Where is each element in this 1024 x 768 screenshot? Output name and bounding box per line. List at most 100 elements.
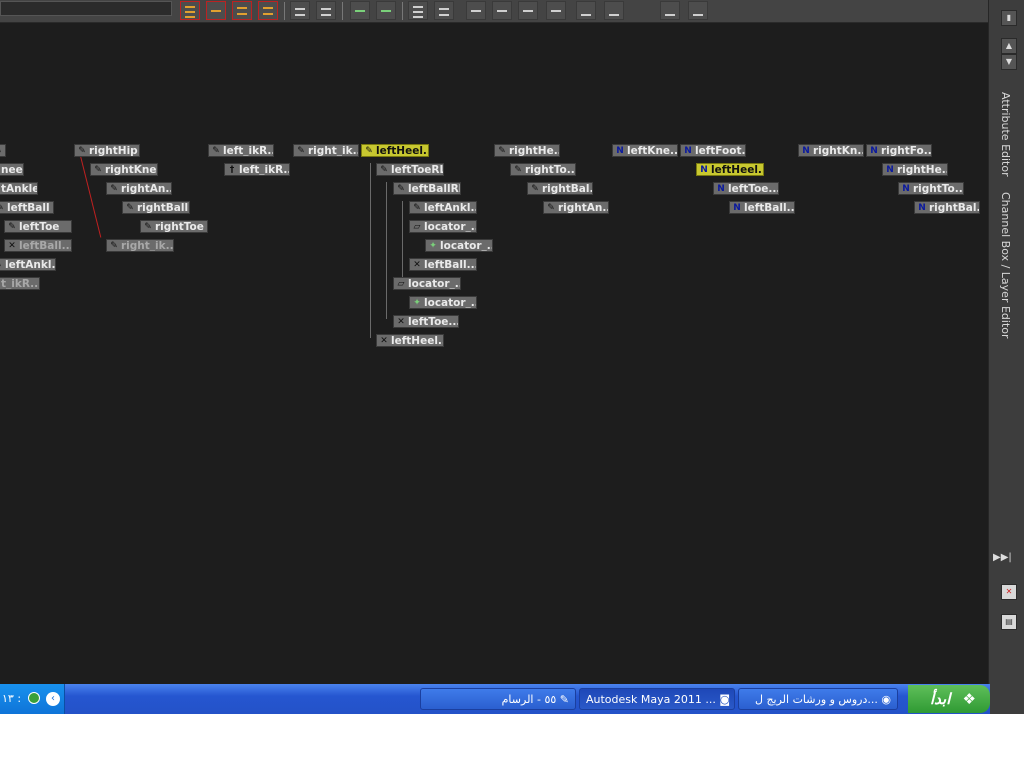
- tab-channel-box-layer-editor[interactable]: Channel Box / Layer Editor: [999, 192, 1012, 339]
- node-label: leftToe...: [408, 316, 459, 328]
- curve-icon: Ν: [870, 146, 878, 156]
- joint-node[interactable]: ✎ leftBallRL: [393, 182, 461, 195]
- curve-control-node[interactable]: ΝrightBal...: [914, 201, 980, 214]
- node-label: leftBall...: [424, 259, 477, 271]
- start-label: ابدأ: [930, 690, 951, 708]
- ik-node[interactable]: t_ikR...: [0, 277, 40, 290]
- node-label: leftToe: [19, 221, 60, 233]
- connection-button[interactable]: [660, 1, 680, 20]
- tray-expand-icon[interactable]: ‹: [46, 692, 60, 706]
- joint-node[interactable]: ✎ leftToeRL: [376, 163, 444, 176]
- graph-view-button[interactable]: [434, 1, 454, 20]
- taskbar-item-paint[interactable]: ٥٥ - الرسام ✎: [420, 688, 576, 710]
- joint-icon: ✎: [144, 222, 152, 232]
- skip-end-icon[interactable]: ▶▶|: [993, 552, 1012, 563]
- joint-node[interactable]: ✎ rightToe: [140, 220, 208, 233]
- keyframe-icon[interactable]: ✕: [1001, 584, 1017, 600]
- input-output-button[interactable]: [316, 1, 336, 20]
- list-view-button[interactable]: [408, 1, 428, 20]
- joint-node[interactable]: ✎ rightHip: [74, 144, 140, 157]
- joint-icon: ✎: [0, 260, 3, 270]
- toolbar-separator: [342, 2, 343, 20]
- ik-handle-node[interactable]: † left_ikR...: [224, 163, 290, 176]
- ik-node[interactable]: ✕ leftBall...: [409, 258, 477, 271]
- joint-node[interactable]: nee: [0, 163, 24, 176]
- clear-graph-button[interactable]: [688, 1, 708, 20]
- script-editor-icon[interactable]: ▤: [1001, 614, 1017, 630]
- tray-status-icon[interactable]: [28, 692, 40, 704]
- curve-control-node[interactable]: ΝleftToe...: [713, 182, 779, 195]
- node-label: rightHe...: [897, 164, 947, 176]
- swatch-button[interactable]: [466, 1, 486, 20]
- curve-control-node[interactable]: ΝrightHe...: [882, 163, 948, 176]
- scroll-down-icon[interactable]: ▼: [1001, 54, 1017, 70]
- ik-node[interactable]: ✕leftHeel...: [376, 334, 444, 347]
- node-label: right_ik...: [308, 145, 359, 157]
- joint-node[interactable]: ✎ rightAn...: [543, 201, 609, 214]
- ik-icon: ✎: [110, 241, 118, 251]
- frame-branch-button[interactable]: [258, 1, 278, 20]
- node-label: locator_...: [424, 297, 477, 309]
- locator-shape-node[interactable]: ✦ locator_...: [409, 296, 477, 309]
- ik-node[interactable]: ✕ leftToe...: [393, 315, 459, 328]
- search-field[interactable]: [0, 1, 172, 16]
- curve-control-node[interactable]: ΝrightKn...: [798, 144, 864, 157]
- hypergraph-canvas[interactable]: ✎ nee tAnkle ✎leftBall ✎leftToe ✕leftBal…: [0, 22, 988, 684]
- ik-node[interactable]: ✕ leftBall...: [4, 239, 72, 252]
- joint-icon: ✎: [380, 165, 388, 175]
- scroll-up-icon[interactable]: ▲: [1001, 38, 1017, 54]
- bookmark-edit-icon[interactable]: [376, 1, 396, 20]
- curve-control-node-selected[interactable]: ΝleftHeel...: [696, 163, 764, 176]
- joint-node[interactable]: ✎leftAnkl...: [0, 258, 56, 271]
- curve-control-node[interactable]: ΝleftFoot...: [680, 144, 746, 157]
- start-button[interactable]: ابدأ ❖: [908, 685, 990, 713]
- frame-hierarchy-button[interactable]: [232, 1, 252, 20]
- ik-node[interactable]: ✎ right_ik...: [106, 239, 174, 252]
- trash-icon[interactable]: ▮: [1001, 10, 1017, 26]
- frame-all-button[interactable]: [180, 1, 200, 20]
- joint-icon: ✎: [110, 184, 118, 194]
- frame-selection-button[interactable]: [206, 1, 226, 20]
- node-display-alt-button[interactable]: [604, 1, 624, 20]
- node-label: leftBall...: [744, 202, 795, 214]
- tab-attribute-editor[interactable]: Attribute Editor: [999, 92, 1012, 177]
- curve-control-node[interactable]: ΝrightFo...: [866, 144, 932, 157]
- node-label: leftBallRL: [408, 183, 461, 195]
- taskbar-item-chrome[interactable]: دروس و ورشات الريج ل... ◉: [738, 688, 898, 710]
- joint-node[interactable]: ✎rightHe...: [494, 144, 560, 157]
- curve-control-node[interactable]: ΝleftKne...: [612, 144, 678, 157]
- curve-control-node[interactable]: ΝrightTo...: [898, 182, 964, 195]
- locator-shape-node[interactable]: ✦ locator_...: [425, 239, 493, 252]
- locator-node[interactable]: ▱ locator_...: [393, 277, 461, 290]
- layout-button[interactable]: [492, 1, 512, 20]
- maya-icon: ◙: [719, 693, 731, 706]
- joint-icon: ✎: [397, 184, 405, 194]
- joint-node[interactable]: ✎ leftToe: [4, 220, 72, 233]
- taskbar-item-maya[interactable]: Autodesk Maya 2011 ... ◙: [579, 688, 735, 710]
- joint-icon: ✎: [365, 146, 373, 156]
- joint-node[interactable]: ✎leftAnkl...: [409, 201, 477, 214]
- joint-node[interactable]: ✎ rightTo...: [510, 163, 576, 176]
- joint-icon: ✎: [78, 146, 86, 156]
- node-display-button[interactable]: [576, 1, 596, 20]
- ik-handle-node[interactable]: ✎ right_ik...: [293, 144, 359, 157]
- settings-icon[interactable]: [546, 1, 566, 20]
- joint-node[interactable]: ✎ rightKnee: [90, 163, 158, 176]
- ik-icon: ✕: [397, 317, 405, 327]
- locator-node[interactable]: ▱ locator_...: [409, 220, 477, 233]
- bookmark-icon[interactable]: [350, 1, 370, 20]
- joint-node[interactable]: ✎: [0, 144, 6, 157]
- curve-control-node[interactable]: ΝleftBall...: [729, 201, 795, 214]
- joint-node-selected[interactable]: ✎leftHeel...: [361, 144, 429, 157]
- curve-icon: Ν: [886, 165, 894, 175]
- joint-node[interactable]: ✎rightBal...: [527, 182, 593, 195]
- scene-hierarchy-button[interactable]: [290, 1, 310, 20]
- ik-handle-node[interactable]: ✎ left_ikR...: [208, 144, 274, 157]
- expand-icon[interactable]: [518, 1, 538, 20]
- joint-node[interactable]: ✎leftBall: [0, 201, 54, 214]
- joint-node[interactable]: ✎ rightAn...: [106, 182, 172, 195]
- hierarchy-line: [386, 182, 387, 319]
- node-label: leftHeel...: [711, 164, 763, 176]
- joint-node[interactable]: tAnkle: [0, 182, 38, 195]
- joint-node[interactable]: ✎ rightBall: [122, 201, 190, 214]
